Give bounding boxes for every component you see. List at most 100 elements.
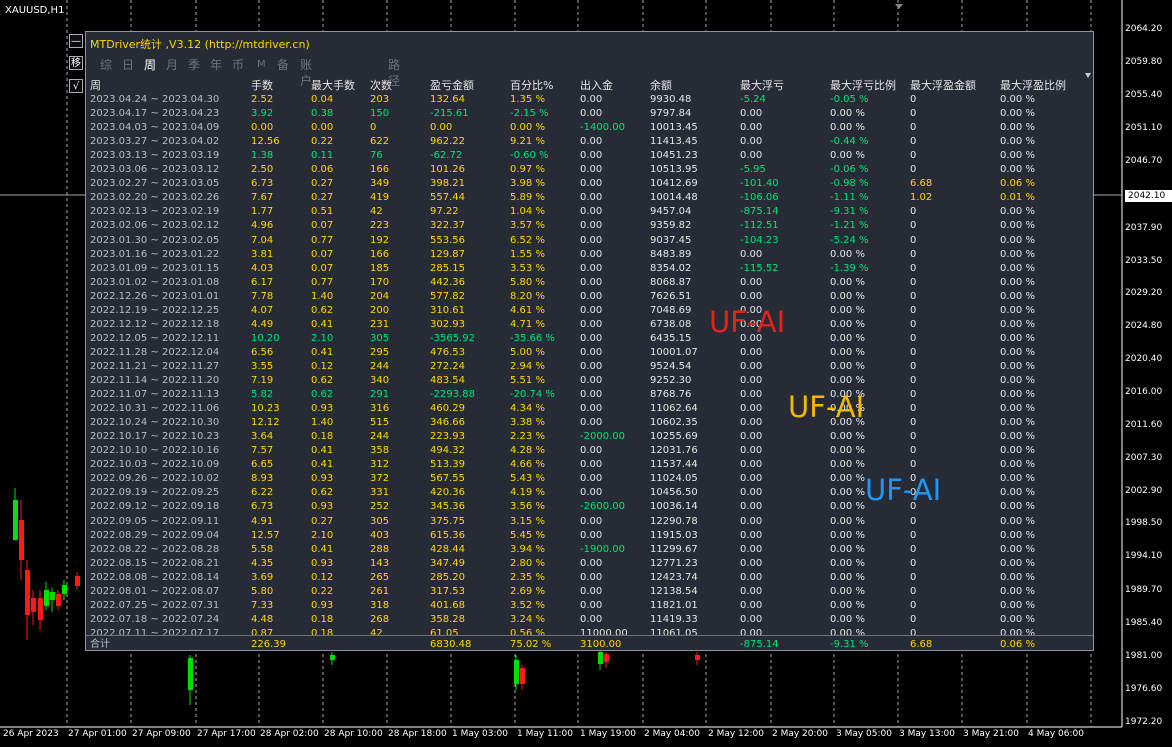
table-row[interactable]: 2022.10.31 ~ 2022.11.06 10.23 0.93 316 460.2… xyxy=(86,402,1086,415)
cell-max-dd-ratio: 0.00 % xyxy=(830,290,865,302)
scroll-indicator[interactable] xyxy=(1085,73,1091,78)
cell-lots: 5.80 xyxy=(251,585,274,597)
table-row[interactable]: 2022.12.19 ~ 2022.12.25 4.07 0.62 200 310.61… xyxy=(86,304,1086,317)
cell-count: 622 xyxy=(370,136,390,148)
total-cell-deposit: 3100.00 xyxy=(580,639,622,650)
cell-pnl: 302.93 xyxy=(430,318,465,330)
table-row[interactable]: 2022.08.08 ~ 2022.08.14 3.69 0.12 265 285.20… xyxy=(86,571,1086,584)
table-row[interactable]: 2023.02.20 ~ 2023.02.26 7.67 0.27 419 557.44… xyxy=(86,191,1086,204)
cell-max-lots: 0.41 xyxy=(311,445,334,457)
table-row[interactable]: 2022.10.24 ~ 2022.10.30 12.12 1.40 515 346.6… xyxy=(86,416,1086,429)
tab-week[interactable]: 周 xyxy=(144,57,156,73)
cell-max-lots: 0.00 xyxy=(311,122,334,134)
table-row[interactable]: 2022.07.25 ~ 2022.07.31 7.33 0.93 318 401.68… xyxy=(86,599,1086,612)
table-row[interactable]: 2023.04.03 ~ 2023.04.09 0.00 0.00 0 0.00 0.00… xyxy=(86,121,1086,134)
table-row[interactable]: 2022.10.03 ~ 2022.10.09 6.65 0.41 312 513.39… xyxy=(86,458,1086,471)
table-row[interactable]: 2022.08.01 ~ 2022.08.07 5.80 0.22 261 317.53… xyxy=(86,585,1086,598)
cell-max-float-profit: 6.68 xyxy=(910,178,933,190)
tab-summary[interactable]: 综 xyxy=(100,57,112,73)
minimize-button[interactable]: — xyxy=(69,34,83,48)
header-col-lots[interactable]: 手数 xyxy=(251,79,273,93)
table-row[interactable]: 2023.02.13 ~ 2023.02.19 1.77 0.51 42 97.22 1.… xyxy=(86,205,1086,218)
header-col-max-float-ratio[interactable]: 最大浮盈比例 xyxy=(1000,79,1066,93)
table-row[interactable]: 2023.02.06 ~ 2023.02.12 4.96 0.07 223 322.37… xyxy=(86,219,1086,232)
tab-day[interactable]: 日 xyxy=(122,57,134,73)
cell-count: 305 xyxy=(370,332,390,344)
cell-lots: 10.23 xyxy=(251,403,280,415)
table-row[interactable]: 2022.11.14 ~ 2022.11.20 7.19 0.62 340 483.54… xyxy=(86,374,1086,387)
cell-max-dd-ratio: 0.00 % xyxy=(830,318,865,330)
table-row[interactable]: 2022.11.07 ~ 2022.11.13 5.82 0.62 291 -2293.… xyxy=(86,388,1086,401)
cell-lots: 12.12 xyxy=(251,417,280,429)
header-col-balance[interactable]: 余额 xyxy=(650,79,672,93)
table-row[interactable]: 2022.09.05 ~ 2022.09.11 4.91 0.27 305 375.75… xyxy=(86,515,1086,528)
tab-quarter[interactable]: 季 xyxy=(188,57,200,73)
time-tick: 4 May 06:00 xyxy=(1028,729,1084,739)
table-row[interactable]: 2022.08.15 ~ 2022.08.21 4.35 0.93 143 347.49… xyxy=(86,557,1086,570)
table-row[interactable]: 2023.03.06 ~ 2023.03.12 2.50 0.06 166 101.26… xyxy=(86,163,1086,176)
header-col-percent[interactable]: 百分比% xyxy=(510,79,553,93)
table-row[interactable]: 2022.11.21 ~ 2022.11.27 3.55 0.12 244 272.24… xyxy=(86,360,1086,373)
header-col-deposit[interactable]: 出入金 xyxy=(580,79,613,93)
cell-lots: 1.38 xyxy=(251,150,274,162)
cell-max-dd: 0.00 xyxy=(740,571,763,583)
time-tick: 27 Apr 09:00 xyxy=(132,729,191,739)
table-row[interactable]: 2023.04.24 ~ 2023.04.30 2.52 0.04 203 132.64… xyxy=(86,93,1086,106)
cell-balance: 8768.76 xyxy=(650,389,692,401)
table-row[interactable]: 2023.01.30 ~ 2023.02.05 7.04 0.77 192 553.56… xyxy=(86,234,1086,247)
table-row[interactable]: 2022.10.10 ~ 2022.10.16 7.57 0.41 358 494.32… xyxy=(86,444,1086,457)
cell-max-float-ratio: 0.00 % xyxy=(1000,220,1035,232)
tab-m[interactable]: M xyxy=(257,57,266,73)
cell-max-float-profit: 1.02 xyxy=(910,192,933,204)
table-row[interactable]: 2022.10.17 ~ 2022.10.23 3.64 0.18 244 223.93… xyxy=(86,430,1086,443)
header-col-max-float-profit[interactable]: 最大浮盈金额 xyxy=(910,79,976,93)
cell-lots: 2.50 xyxy=(251,164,274,176)
table-row[interactable]: 2022.12.12 ~ 2022.12.18 4.49 0.41 231 302.93… xyxy=(86,318,1086,331)
table-row[interactable]: 2022.12.05 ~ 2022.12.11 10.20 2.10 305 -3565… xyxy=(86,332,1086,345)
cell-max-float-profit: 0 xyxy=(910,262,917,274)
time-tick: 3 May 13:00 xyxy=(899,729,955,739)
header-col-pnl[interactable]: 盈亏金额 xyxy=(430,79,474,93)
cell-week: 2022.12.26 ~ 2023.01.01 xyxy=(90,290,220,302)
table-row[interactable]: 2022.11.28 ~ 2022.12.04 6.56 0.41 295 476.53… xyxy=(86,346,1086,359)
cell-max-float-ratio: 0.00 % xyxy=(1000,136,1035,148)
table-row[interactable]: 2023.03.27 ~ 2023.04.02 12.56 0.22 622 962.2… xyxy=(86,135,1086,148)
header-col-count[interactable]: 次数 xyxy=(370,79,392,93)
move-button[interactable]: 移 xyxy=(69,56,83,70)
table-row[interactable]: 2022.08.29 ~ 2022.09.04 12.57 2.10 403 615.3… xyxy=(86,529,1086,542)
cell-lots: 12.57 xyxy=(251,529,280,541)
check-button[interactable]: √ xyxy=(69,79,83,93)
table-row[interactable]: 2023.01.02 ~ 2023.01.08 6.17 0.77 170 442.36… xyxy=(86,276,1086,289)
table-row[interactable]: 2023.02.27 ~ 2023.03.05 6.73 0.27 349 398.21… xyxy=(86,177,1086,190)
tab-currency[interactable]: 币 xyxy=(232,57,244,73)
cell-count: 244 xyxy=(370,431,390,443)
header-col-max-lots[interactable]: 最大手数 xyxy=(311,79,355,93)
price-tick: 1998.50 xyxy=(1125,518,1163,528)
cell-week: 2023.01.09 ~ 2023.01.15 xyxy=(90,262,220,274)
tab-backup[interactable]: 备 xyxy=(277,57,289,73)
cell-max-dd: 0.00 xyxy=(740,290,763,302)
shift-marker[interactable] xyxy=(895,4,903,9)
table-row[interactable]: 2023.03.13 ~ 2023.03.19 1.38 0.11 76 -62.72 -… xyxy=(86,149,1086,162)
cell-deposit: 0.00 xyxy=(580,529,603,541)
tab-year[interactable]: 年 xyxy=(210,57,222,73)
cell-max-lots: 0.12 xyxy=(311,571,334,583)
cell-count: 268 xyxy=(370,613,390,625)
header-col-max-dd-ratio[interactable]: 最大浮亏比例 xyxy=(830,79,896,93)
cell-lots: 7.67 xyxy=(251,192,274,204)
cell-max-float-ratio: 0.00 % xyxy=(1000,515,1035,527)
tab-month[interactable]: 月 xyxy=(166,57,178,73)
cell-max-dd-ratio: 0.00 % xyxy=(830,304,865,316)
header-col-week[interactable]: 周 xyxy=(90,79,101,93)
table-row[interactable]: 2022.12.26 ~ 2023.01.01 7.78 1.40 204 577.82… xyxy=(86,290,1086,303)
table-row[interactable]: 2023.01.16 ~ 2023.01.22 3.81 0.07 166 129.87… xyxy=(86,248,1086,261)
table-row[interactable]: 2022.07.18 ~ 2022.07.24 4.48 0.18 268 358.28… xyxy=(86,613,1086,626)
table-row[interactable]: 2023.01.09 ~ 2023.01.15 4.03 0.07 185 285.15… xyxy=(86,262,1086,275)
cell-deposit: 0.00 xyxy=(580,220,603,232)
cell-max-lots: 0.22 xyxy=(311,136,334,148)
table-row[interactable]: 2023.04.17 ~ 2023.04.23 3.92 0.38 150 -215.6… xyxy=(86,107,1086,120)
cell-percent: 3.98 % xyxy=(510,178,545,190)
header-col-max-dd[interactable]: 最大浮亏 xyxy=(740,79,784,93)
table-row[interactable]: 2022.08.22 ~ 2022.08.28 5.58 0.41 288 428.44… xyxy=(86,543,1086,556)
cell-pnl: 401.68 xyxy=(430,599,465,611)
